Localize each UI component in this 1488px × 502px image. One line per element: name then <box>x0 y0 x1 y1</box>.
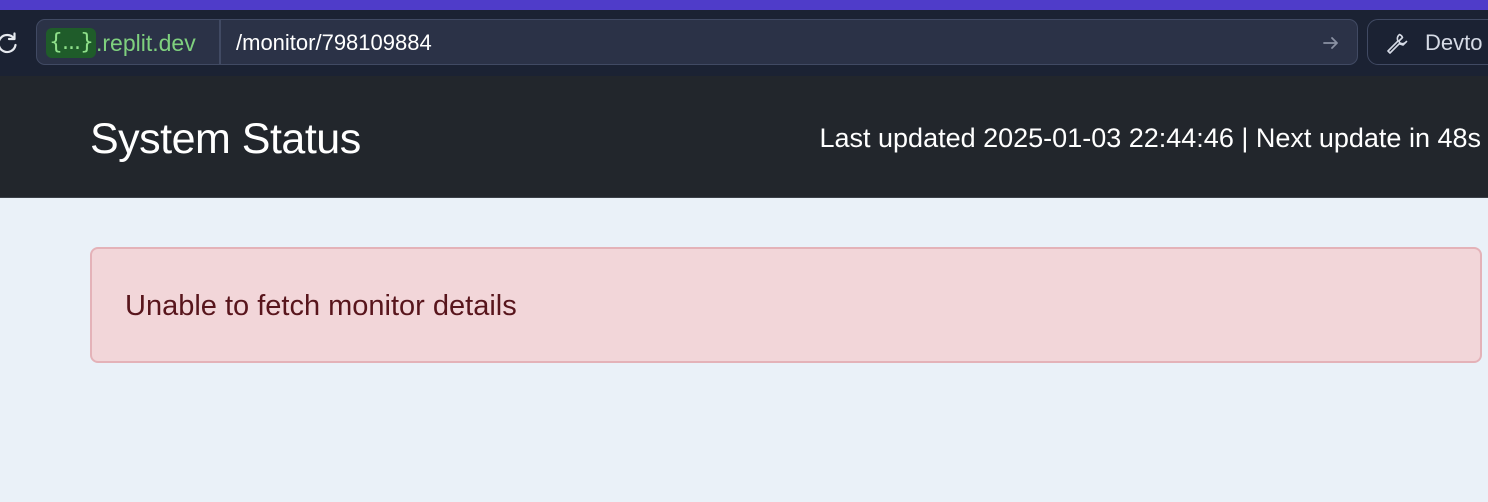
window-accent-strip <box>0 0 1488 10</box>
update-status: Last updated 2025-01-03 22:44:46 | Next … <box>819 123 1481 153</box>
error-message: Unable to fetch monitor details <box>125 290 517 322</box>
address-divider <box>219 20 221 64</box>
browser-toolbar: {...} .replit.dev /monitor/798109884 Dev… <box>0 10 1488 76</box>
domain-badge: {...} <box>46 28 96 58</box>
arrow-right-icon[interactable] <box>1321 33 1341 53</box>
url-path-input[interactable]: /monitor/798109884 <box>236 29 432 57</box>
devtools-label: Devto <box>1425 30 1483 55</box>
domain-text: .replit.dev <box>95 30 196 56</box>
wrench-icon <box>1384 31 1408 55</box>
page-title: System Status <box>90 115 361 163</box>
error-alert: Unable to fetch monitor details <box>90 247 1482 363</box>
devtools-button[interactable]: Devto <box>1367 19 1488 65</box>
domain-chip[interactable]: {...} .replit.dev <box>46 28 220 58</box>
app-header: System Status Last updated 2025-01-03 22… <box>0 76 1488 198</box>
reload-icon[interactable] <box>0 30 20 56</box>
address-bar[interactable]: {...} .replit.dev /monitor/798109884 <box>36 19 1358 65</box>
